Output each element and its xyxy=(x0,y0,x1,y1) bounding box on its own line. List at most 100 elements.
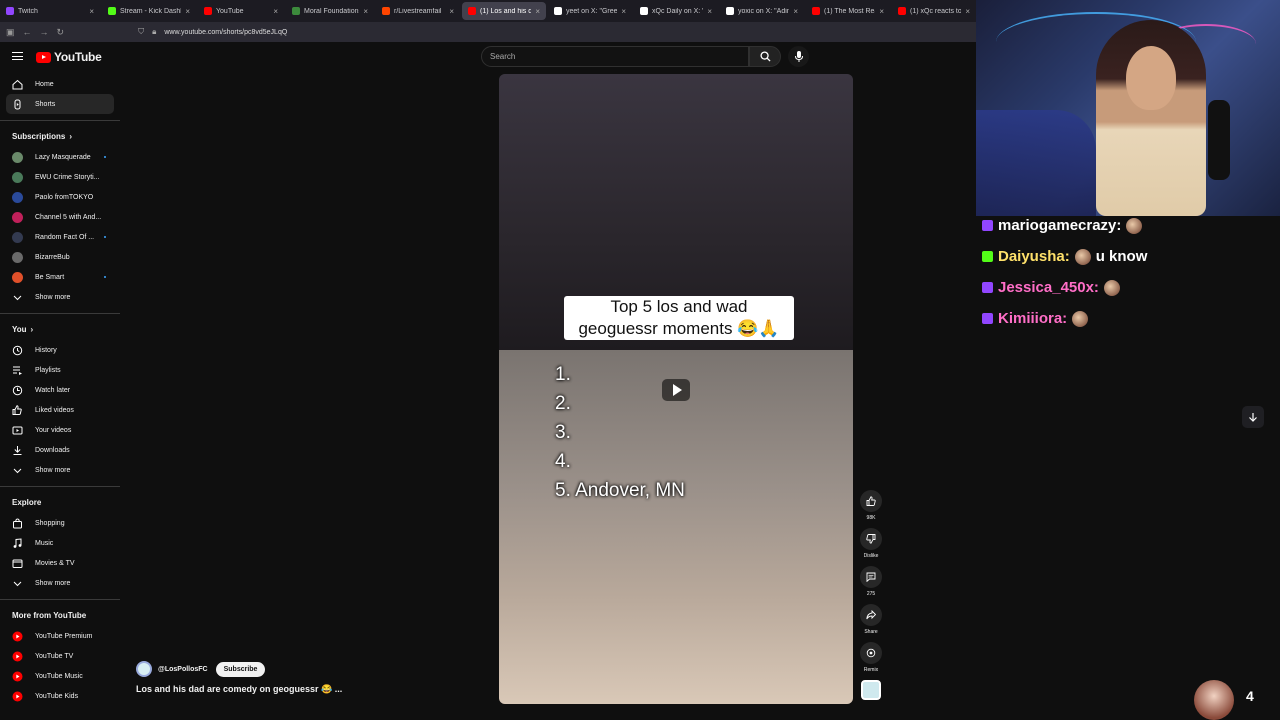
channel-name[interactable]: @LosPollosFC xyxy=(158,666,208,673)
sidebar-item-youtube-kids[interactable]: YouTube Kids xyxy=(6,686,114,706)
play-button[interactable] xyxy=(662,379,690,401)
screen: Twitch × Stream - Kick Dashbo × YouTube × Mora… xyxy=(0,0,1280,720)
share-button[interactable] xyxy=(860,604,882,626)
rank-item: 3. xyxy=(555,422,571,443)
browser-tab[interactable]: r/Livestreamfail × xyxy=(376,2,460,20)
chat-message: Daiyusha: u know xyxy=(982,241,1272,272)
browser-tab[interactable]: Twitch × xyxy=(0,2,100,20)
sidebar-item-liked-videos[interactable]: Liked videos xyxy=(6,400,114,420)
sidebar-item-youtube-premium[interactable]: YouTube Premium xyxy=(6,626,114,646)
chat-badge-icon xyxy=(982,313,993,324)
close-tab-icon[interactable]: × xyxy=(185,7,190,16)
sidebar-item-shorts[interactable]: Shorts xyxy=(6,94,114,114)
subscribe-button[interactable]: Subscribe xyxy=(215,661,266,677)
url-text[interactable]: www.youtube.com/shorts/pc8vd5eJLqQ xyxy=(164,29,287,36)
browser-tab[interactable]: (1) The Most Realistic × xyxy=(806,2,890,20)
history-icon xyxy=(12,345,23,356)
sidebar-toggle-icon[interactable]: ▣ xyxy=(6,27,15,38)
remix-button[interactable] xyxy=(860,642,882,664)
browser-tab[interactable]: yoxic on X: "Adin Ros× xyxy=(720,2,804,20)
sidebar-item-label: Downloads xyxy=(35,446,70,454)
divider xyxy=(0,120,120,121)
close-tab-icon[interactable]: × xyxy=(621,7,626,16)
reload-icon[interactable]: ↻ xyxy=(57,27,65,38)
sidebar-item-home[interactable]: Home xyxy=(6,74,114,94)
browser-tab[interactable]: (1) Los and his dad ar× xyxy=(462,2,546,20)
tab-favicon xyxy=(554,7,562,15)
viewer-avatar xyxy=(1194,680,1234,720)
sidebar-item-watch-later[interactable]: Watch later xyxy=(6,380,114,400)
menu-icon[interactable] xyxy=(12,52,23,60)
shield-icon[interactable]: ⛉ xyxy=(138,27,144,37)
you-header[interactable]: You › xyxy=(0,318,120,340)
microphone-icon xyxy=(794,51,803,62)
sidebar-item-downloads[interactable]: Downloads xyxy=(6,440,114,460)
sidebar-item-movies-tv[interactable]: Movies & TV xyxy=(6,553,114,573)
liked-videos-icon xyxy=(12,404,23,416)
search-input[interactable]: Search xyxy=(481,46,749,67)
browser-tab[interactable]: Moral Foundations Te× xyxy=(286,2,374,20)
sidebar-item-music[interactable]: Music xyxy=(6,533,114,553)
sidebar-item-label: Your videos xyxy=(35,426,72,434)
sound-thumbnail[interactable] xyxy=(861,680,881,700)
tab-favicon xyxy=(812,7,820,15)
subscription-item[interactable]: Lazy Masquerade xyxy=(6,147,114,167)
channel-avatar xyxy=(12,271,23,283)
shorts-player[interactable]: Top 5 los and wad geoguessr moments 😂🙏 1… xyxy=(499,74,853,704)
close-tab-icon[interactable]: × xyxy=(273,7,278,16)
back-icon[interactable]: ← xyxy=(23,27,32,37)
chat-badge-icon xyxy=(982,282,993,293)
chat-text: u know xyxy=(1095,248,1148,265)
sidebar-item-show-more[interactable]: Show more xyxy=(6,573,114,593)
more-from-youtube-header[interactable]: More from YouTube xyxy=(0,604,120,626)
close-tab-icon[interactable]: × xyxy=(449,7,454,16)
divider xyxy=(0,313,120,314)
close-tab-icon[interactable]: × xyxy=(89,7,94,16)
scroll-down-button[interactable] xyxy=(1242,406,1264,428)
search-button[interactable] xyxy=(749,46,781,67)
sidebar-item-history[interactable]: History xyxy=(6,340,114,360)
tab-favicon xyxy=(292,7,300,15)
subscriptions-header[interactable]: Subscriptions › xyxy=(0,125,120,147)
subscription-item[interactable]: Channel 5 with And... xyxy=(6,207,114,227)
browser-tab[interactable]: yeet on X: "Greekgod× xyxy=(548,2,632,20)
close-tab-icon[interactable]: × xyxy=(793,7,798,16)
streamer-face xyxy=(1126,46,1176,110)
sidebar-item-youtube-tv[interactable]: YouTube TV xyxy=(6,646,114,666)
browser-tab[interactable]: (1) xQc reacts to Deji× xyxy=(892,2,976,20)
forward-icon[interactable]: → xyxy=(40,27,49,37)
comments-button[interactable] xyxy=(860,566,882,588)
dislike-button[interactable] xyxy=(860,528,882,550)
close-tab-icon[interactable]: × xyxy=(707,7,712,16)
close-tab-icon[interactable]: × xyxy=(965,7,970,16)
close-tab-icon[interactable]: × xyxy=(363,7,368,16)
subscription-item[interactable]: Paolo fromTOKYO xyxy=(6,187,114,207)
subscription-item[interactable]: EWU Crime Storyti... xyxy=(6,167,114,187)
close-tab-icon[interactable]: × xyxy=(535,7,540,16)
browser-tab[interactable]: Stream - Kick Dashbo × xyxy=(102,2,196,20)
sidebar-item-label: Show more xyxy=(35,579,71,587)
browser-tab[interactable]: xQc Daily on X: "xQc × xyxy=(634,2,718,20)
sidebar-item-your-videos[interactable]: Your videos xyxy=(6,420,114,440)
short-title[interactable]: Los and his dad are comedy on geoguessr … xyxy=(136,684,342,695)
channel-avatar[interactable] xyxy=(136,661,152,677)
like-button[interactable] xyxy=(860,490,882,512)
subscription-item[interactable]: BizarreBub xyxy=(6,247,114,267)
subscription-item[interactable]: Be Smart xyxy=(6,267,114,287)
movies-icon xyxy=(12,558,23,569)
youtube-logo[interactable]: YouTube xyxy=(36,50,102,64)
sidebar-item-shopping[interactable]: Shopping xyxy=(6,513,114,533)
explore-header[interactable]: Explore xyxy=(0,491,120,513)
show-more-subscriptions[interactable]: Show more xyxy=(6,287,114,307)
sidebar-item-show-more[interactable]: Show more xyxy=(6,460,114,480)
subscription-item[interactable]: Random Fact Of ... xyxy=(6,227,114,247)
share-action: Share xyxy=(859,604,883,635)
youtube-product-icon xyxy=(12,691,23,702)
voice-search-button[interactable] xyxy=(788,46,809,67)
search-icon xyxy=(759,51,771,62)
sidebar-item-youtube-music[interactable]: YouTube Music xyxy=(6,666,114,686)
close-tab-icon[interactable]: × xyxy=(879,7,884,16)
webcam-overlay xyxy=(976,0,1280,216)
sidebar-item-playlists[interactable]: Playlists xyxy=(6,360,114,380)
browser-tab[interactable]: YouTube × xyxy=(198,2,284,20)
